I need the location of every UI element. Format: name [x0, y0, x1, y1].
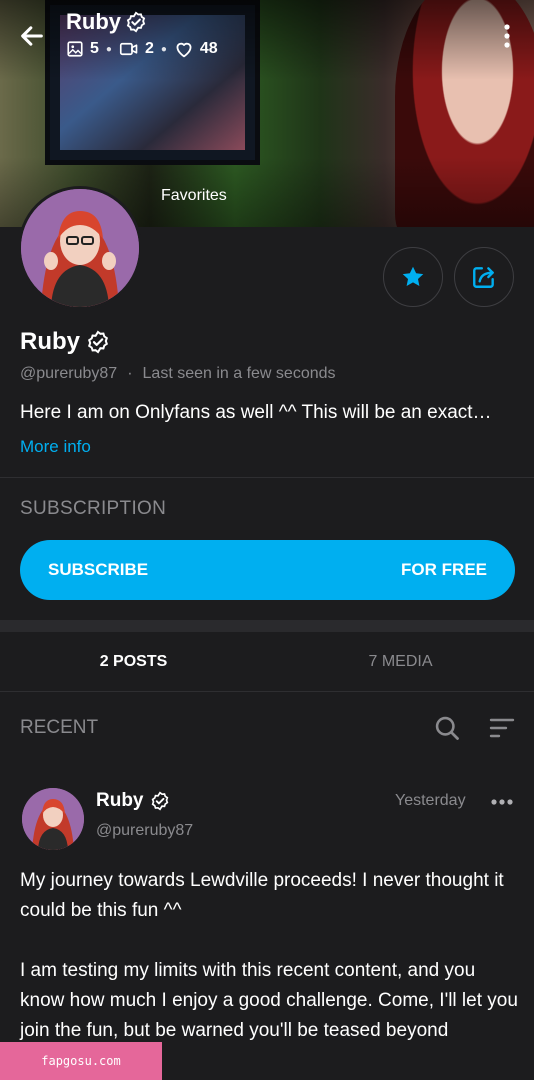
share-icon — [473, 267, 494, 288]
share-button[interactable] — [454, 247, 514, 307]
photos-count: 5 — [90, 40, 99, 57]
sort-icon[interactable] — [488, 716, 516, 740]
likes-count: 48 — [199, 40, 218, 57]
video-icon — [119, 42, 138, 56]
divider — [0, 477, 534, 478]
verified-badge-icon — [88, 330, 108, 354]
kebab-horizontal-icon[interactable] — [490, 796, 514, 808]
avatar-illustration — [21, 189, 139, 307]
profile-handle-row: @pureruby87 · Last seen in a few seconds — [20, 365, 336, 383]
subscribe-label: SUBSCRIBE — [48, 560, 149, 579]
subscribe-price: FOR FREE — [401, 560, 487, 579]
tab-posts[interactable]: 2 POSTS — [0, 632, 267, 692]
profile-name-text: Ruby — [20, 328, 80, 355]
post-paragraph: My journey towards Lewdville proceeds! I… — [20, 870, 504, 921]
favorite-button[interactable] — [383, 247, 443, 307]
post-author-name-text: Ruby — [96, 790, 144, 811]
cover-label: Favorites — [161, 187, 227, 204]
post-author-handle: @pureruby87 — [96, 822, 194, 839]
avatar-illustration — [22, 788, 84, 850]
verified-badge-icon — [126, 11, 146, 33]
last-seen: Last seen in a few seconds — [142, 365, 336, 382]
post-paragraph: I am testing my limits with this recent … — [20, 960, 518, 1041]
image-icon — [67, 41, 83, 57]
more-info-link[interactable]: More info — [20, 437, 91, 457]
recent-heading: RECENT — [20, 717, 99, 738]
tab-media[interactable]: 7 MEDIA — [267, 632, 534, 692]
header-name-text: Ruby — [66, 9, 121, 34]
post-author-name[interactable]: Ruby — [96, 790, 170, 812]
search-icon[interactable] — [433, 714, 461, 742]
subscribe-button[interactable]: SUBSCRIBE FOR FREE — [20, 540, 515, 600]
separator-dot: · — [127, 365, 133, 382]
post-timestamp: Yesterday — [395, 792, 466, 809]
verified-badge-icon — [151, 791, 168, 811]
profile-bio: Here I am on Onlyfans as well ^^ This wi… — [20, 402, 492, 423]
subscription-heading: SUBSCRIPTION — [20, 498, 167, 519]
content-tabs: 2 POSTS 7 MEDIA — [0, 632, 534, 692]
profile-avatar[interactable] — [18, 186, 142, 310]
header-name: Ruby — [66, 9, 147, 35]
divider — [0, 691, 534, 692]
videos-count: 2 — [144, 40, 154, 57]
heart-icon — [176, 42, 192, 58]
back-arrow-icon[interactable] — [18, 22, 46, 50]
star-icon — [402, 266, 424, 286]
header-stats: 5 ● 2 ● 48 — [66, 40, 218, 58]
post-author-avatar[interactable] — [22, 788, 84, 850]
section-separator — [0, 620, 534, 632]
profile-handle: @pureruby87 — [20, 365, 118, 382]
watermark: fapgosu.com — [0, 1042, 162, 1080]
kebab-vertical-icon[interactable] — [500, 22, 514, 50]
profile-name: Ruby — [20, 328, 110, 356]
